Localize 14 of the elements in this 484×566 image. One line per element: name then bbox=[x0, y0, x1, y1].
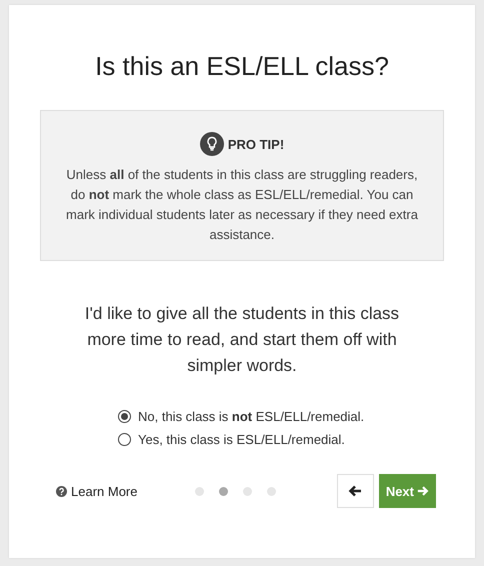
right-arrow-icon bbox=[417, 485, 429, 497]
option-label[interactable]: Yes, this class is ESL/ELL/remedial. bbox=[138, 432, 345, 447]
option-label[interactable]: No, this class is not ESL/ELL/remedial. bbox=[138, 409, 364, 424]
tip-heading: PRO TIP! bbox=[228, 136, 284, 152]
back-button[interactable] bbox=[336, 474, 374, 508]
help-icon bbox=[56, 486, 67, 496]
dialog-title: Is this an ESL/ELL class? bbox=[95, 51, 389, 82]
radio-button[interactable] bbox=[118, 433, 131, 446]
lightbulb-icon bbox=[200, 132, 224, 156]
radio-button[interactable] bbox=[118, 410, 131, 423]
tip-text: Unless all of the students in this class are struggling readers, do not mark the whole class as ESL/ELL/remedial. You can mark individual students later as necessary if they need extra assistance. bbox=[65, 166, 419, 244]
learn-more-link[interactable]: Learn More bbox=[56, 484, 138, 498]
left-arrow-icon bbox=[348, 485, 362, 497]
question-text: I'd like to give all the students in this class more time to read, and start them off with simpler words. bbox=[84, 303, 400, 377]
